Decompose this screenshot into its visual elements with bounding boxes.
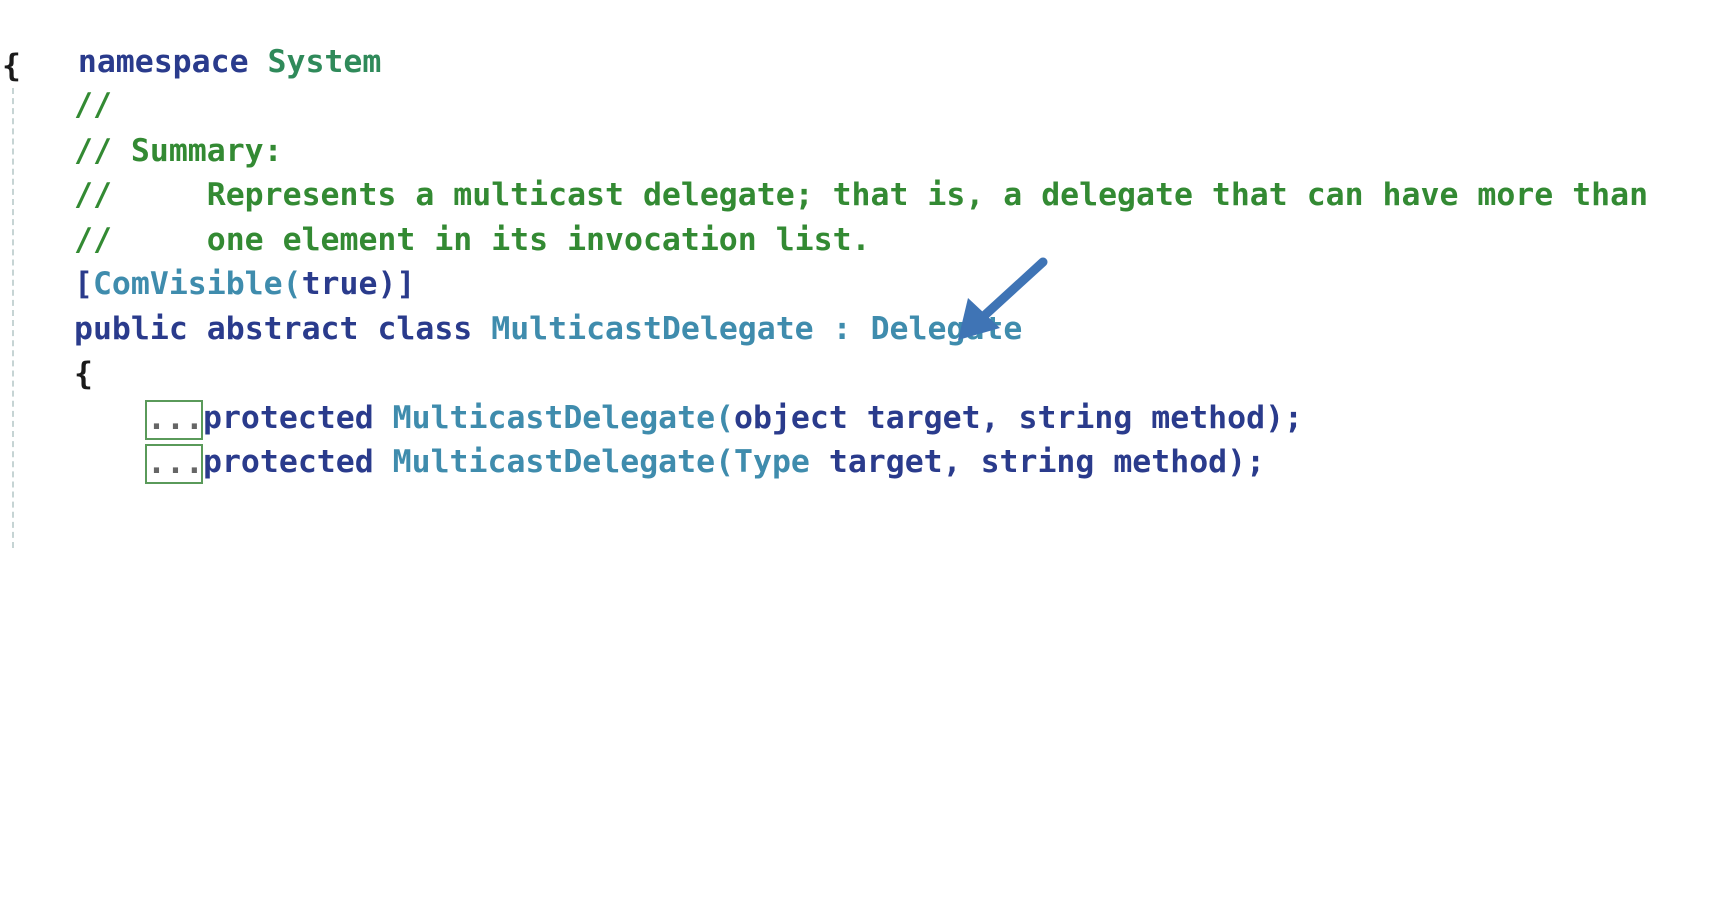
- arrow-shaft: [980, 257, 1048, 320]
- arrow-icon: [958, 257, 1048, 340]
